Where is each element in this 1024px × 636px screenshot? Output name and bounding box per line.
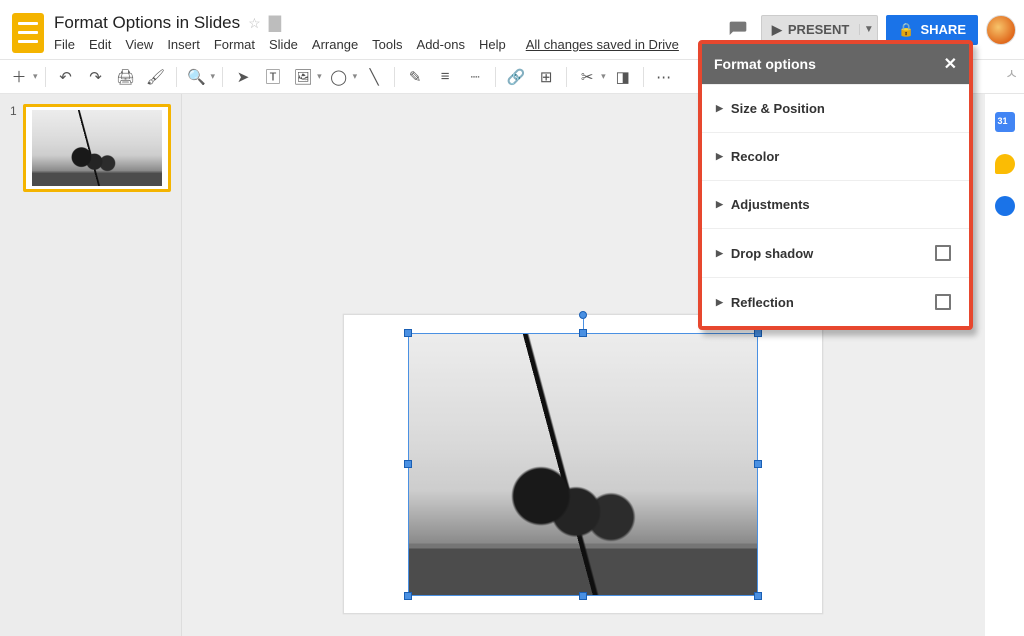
selection-border: [408, 333, 758, 596]
resize-handle-br[interactable]: [754, 592, 762, 600]
save-state[interactable]: All changes saved in Drive: [526, 37, 679, 52]
shape-tool[interactable]: ◯: [326, 64, 352, 90]
more-button[interactable]: ⋯: [651, 64, 677, 90]
menu-addons[interactable]: Add-ons: [417, 37, 465, 52]
calendar-icon[interactable]: [995, 112, 1015, 132]
menu-arrange[interactable]: Arrange: [312, 37, 358, 52]
chevron-right-icon: ▶: [716, 248, 723, 259]
slide-thumb-image: [32, 110, 162, 186]
selected-image[interactable]: [408, 333, 758, 596]
menu-bar: File Edit View Insert Format Slide Arran…: [54, 37, 723, 52]
insert-link-button[interactable]: 🔗: [503, 64, 529, 90]
print-button[interactable]: 🖨: [113, 64, 139, 90]
close-icon[interactable]: ✕: [944, 54, 957, 74]
panel-label: Drop shadow: [731, 246, 813, 261]
undo-button[interactable]: ↶: [53, 64, 79, 90]
textbox-tool[interactable]: 🅃: [260, 64, 286, 90]
image-tool[interactable]: 🖼: [290, 64, 316, 90]
share-label: SHARE: [920, 22, 966, 37]
border-dash-button[interactable]: ┈: [462, 64, 488, 90]
format-options-panel: Format options ✕ ▶ Size & Position ▶ Rec…: [698, 40, 973, 330]
slides-logo[interactable]: [8, 10, 48, 56]
chevron-right-icon: ▶: [716, 297, 723, 308]
tasks-icon[interactable]: [995, 196, 1015, 216]
menu-tools[interactable]: Tools: [372, 37, 402, 52]
paint-format-button[interactable]: 🖌: [143, 64, 169, 90]
panel-reflection[interactable]: ▶ Reflection: [702, 277, 969, 326]
chevron-right-icon: ▶: [716, 151, 723, 162]
menu-slide[interactable]: Slide: [269, 37, 298, 52]
border-weight-button[interactable]: ≡: [432, 64, 458, 90]
resize-handle-tl[interactable]: [404, 329, 412, 337]
present-dropdown[interactable]: ▼: [859, 24, 877, 35]
resize-handle-t[interactable]: [579, 329, 587, 337]
panel-adjustments[interactable]: ▶ Adjustments: [702, 180, 969, 228]
panel-size-position[interactable]: ▶ Size & Position: [702, 84, 969, 132]
panel-drop-shadow[interactable]: ▶ Drop shadow: [702, 228, 969, 277]
present-label: PRESENT: [788, 22, 849, 37]
menu-insert[interactable]: Insert: [167, 37, 200, 52]
chevron-right-icon: ▶: [716, 103, 723, 114]
panel-header: Format options ✕: [702, 44, 969, 84]
drop-shadow-checkbox[interactable]: [935, 245, 951, 261]
folder-icon[interactable]: ▇: [269, 13, 281, 33]
avatar[interactable]: [986, 15, 1016, 45]
panel-title: Format options: [714, 56, 816, 72]
play-icon: ▶: [772, 22, 782, 38]
keep-icon[interactable]: [995, 154, 1015, 174]
reflection-checkbox[interactable]: [935, 294, 951, 310]
slide[interactable]: [343, 314, 823, 614]
resize-handle-b[interactable]: [579, 592, 587, 600]
resize-handle-r[interactable]: [754, 460, 762, 468]
filmstrip: 1: [0, 94, 182, 636]
chevron-right-icon: ▶: [716, 199, 723, 210]
zoom-button[interactable]: 🔍: [184, 64, 210, 90]
new-slide-button[interactable]: ＋: [6, 64, 32, 90]
side-rail: [984, 94, 1024, 636]
border-color-button[interactable]: ✎: [402, 64, 428, 90]
menu-view[interactable]: View: [125, 37, 153, 52]
slide-thumb-1[interactable]: 1: [10, 104, 171, 192]
menu-help[interactable]: Help: [479, 37, 506, 52]
resize-handle-l[interactable]: [404, 460, 412, 468]
select-tool[interactable]: ➤: [230, 64, 256, 90]
crop-button[interactable]: ✂: [574, 64, 600, 90]
menu-file[interactable]: File: [54, 37, 75, 52]
panel-label: Adjustments: [731, 197, 810, 212]
panel-label: Recolor: [731, 149, 779, 164]
doc-title[interactable]: Format Options in Slides: [54, 13, 240, 33]
rotate-handle[interactable]: [579, 311, 587, 319]
redo-button[interactable]: ↷: [83, 64, 109, 90]
slide-number: 1: [10, 104, 17, 192]
panel-recolor[interactable]: ▶ Recolor: [702, 132, 969, 180]
resize-handle-bl[interactable]: [404, 592, 412, 600]
panel-label: Size & Position: [731, 101, 825, 116]
panel-label: Reflection: [731, 295, 794, 310]
star-icon[interactable]: ☆: [248, 15, 261, 32]
line-tool[interactable]: ╲: [361, 64, 387, 90]
collapse-toolbar-icon[interactable]: ㅅ: [1005, 64, 1018, 84]
menu-format[interactable]: Format: [214, 37, 255, 52]
title-area: Format Options in Slides ☆ ▇ File Edit V…: [54, 13, 723, 52]
menu-edit[interactable]: Edit: [89, 37, 111, 52]
lock-icon: 🔒: [898, 22, 914, 38]
insert-comment-button[interactable]: ⊞: [533, 64, 559, 90]
mask-button[interactable]: ◨: [610, 64, 636, 90]
